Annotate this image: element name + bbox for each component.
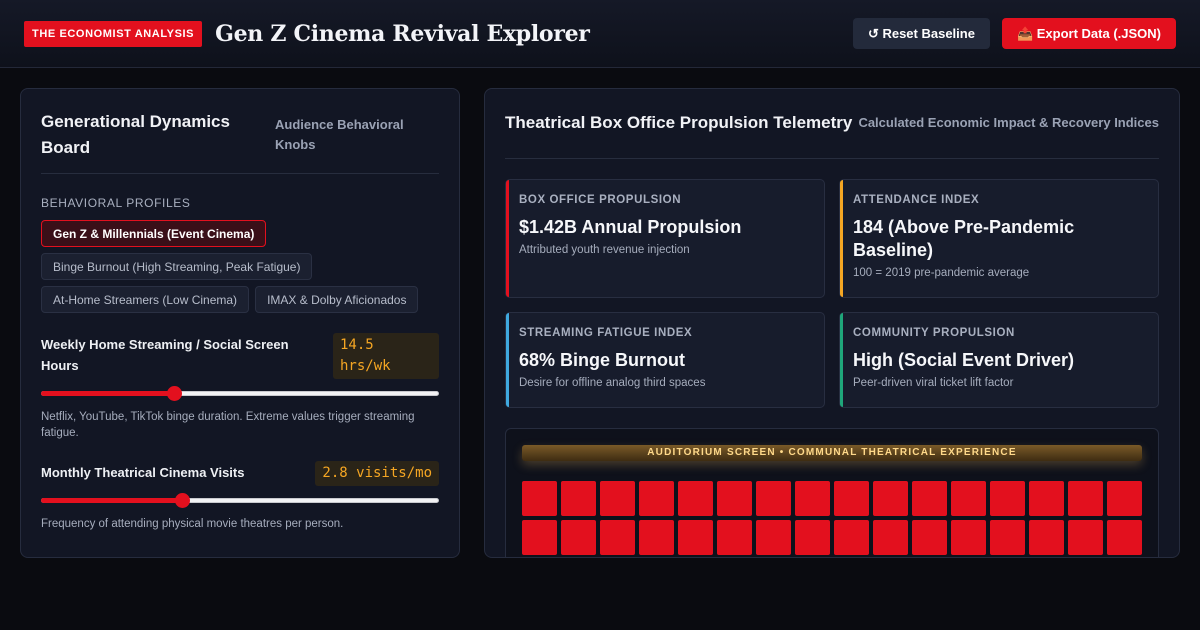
slider-fill — [41, 498, 183, 503]
metric-value: 68% Binge Burnout — [519, 350, 686, 370]
seat — [756, 520, 791, 555]
seat — [795, 481, 830, 516]
top-actions: ↺ Reset Baseline 📤 Export Data (.JSON) — [852, 18, 1176, 49]
app-title: Gen Z Cinema Revival Explorer — [215, 20, 590, 47]
export-data-button[interactable]: 📤 Export Data (.JSON) — [1001, 18, 1176, 49]
seat — [795, 520, 830, 555]
streaming-hours-control: Weekly Home Streaming / Social Screen Ho… — [41, 333, 439, 441]
seat — [600, 520, 635, 555]
metric-value: High (Social Event Driver) — [853, 350, 1075, 370]
seat — [639, 481, 674, 516]
right-panel-title: Theatrical Box Office Propulsion Telemet… — [505, 112, 853, 132]
profile-chip-binge-burnout[interactable]: Binge Burnout (High Streaming, Peak Fati… — [41, 253, 313, 280]
metric-description: Attributed youth revenue injection — [519, 244, 690, 256]
seat — [561, 481, 596, 516]
seat — [834, 520, 869, 555]
profile-chips: Gen Z & Millennials (Event Cinema) Binge… — [41, 220, 439, 313]
profile-chip-at-home-streamers[interactable]: At-Home Streamers (Low Cinema) — [41, 286, 250, 313]
seat — [1068, 520, 1103, 555]
seat — [522, 481, 557, 516]
seat — [1029, 520, 1064, 555]
box-office-telemetry-panel: Theatrical Box Office Propulsion Telemet… — [484, 88, 1180, 558]
metric-label: COMMUNITY PROPULSION — [853, 327, 1015, 339]
profile-chip-gen-z[interactable]: Gen Z & Millennials (Event Cinema) — [41, 220, 267, 247]
metric-description: Peer-driven viral ticket lift factor — [853, 377, 1014, 389]
cinema-visits-slider[interactable] — [41, 492, 439, 508]
seat — [522, 520, 557, 555]
seat-grid — [522, 481, 1142, 557]
seat — [873, 520, 908, 555]
generational-dynamics-panel: Generational Dynamics Board Audience Beh… — [20, 88, 460, 558]
streaming-hours-slider[interactable] — [41, 385, 439, 401]
metric-cards: BOX OFFICE PROPULSION $1.42B Annual Prop… — [505, 179, 1159, 408]
seat — [678, 481, 713, 516]
reset-baseline-button[interactable]: ↺ Reset Baseline — [852, 18, 990, 49]
seat — [1107, 481, 1142, 516]
seat — [1107, 520, 1142, 555]
seat — [912, 520, 947, 555]
seat — [717, 520, 752, 555]
right-panel-subtitle: Calculated Economic Impact & Recovery In… — [858, 115, 1159, 130]
seat — [756, 481, 791, 516]
streaming-hours-label: Weekly Home Streaming / Social Screen Ho… — [41, 337, 289, 373]
metric-description: 100 = 2019 pre-pandemic average — [853, 267, 1030, 279]
metric-description: Desire for offline analog third spaces — [519, 377, 706, 389]
cinema-visits-value: 2.8 visits/mo — [315, 461, 439, 486]
seat — [951, 520, 986, 555]
brand-badge: THE ECONOMIST ANALYSIS — [24, 20, 203, 47]
seat — [912, 481, 947, 516]
top-bar: THE ECONOMIST ANALYSIS Gen Z Cinema Revi… — [0, 0, 1200, 68]
metric-value: $1.42B Annual Propulsion — [519, 217, 742, 237]
metric-card-streaming-fatigue: STREAMING FATIGUE INDEX 68% Binge Burnou… — [505, 312, 825, 408]
streaming-hours-value: 14.5 hrs/wk — [333, 333, 439, 379]
profile-chip-imax-dolby[interactable]: IMAX & Dolby Aficionados — [255, 286, 419, 313]
seat — [951, 481, 986, 516]
streaming-hours-help: Netflix, YouTube, TikTok binge duration.… — [41, 411, 415, 439]
seat — [1029, 481, 1064, 516]
seat — [600, 481, 635, 516]
metric-value: 184 (Above Pre-Pandemic Baseline) — [853, 217, 1075, 260]
auditorium-screen: AUDITORIUM SCREEN • COMMUNAL THEATRICAL … — [522, 445, 1142, 461]
metric-label: ATTENDANCE INDEX — [853, 194, 980, 206]
right-panel-header: Theatrical Box Office Propulsion Telemet… — [505, 101, 1159, 159]
seat — [678, 520, 713, 555]
metric-label: BOX OFFICE PROPULSION — [519, 194, 682, 206]
seat — [834, 481, 869, 516]
left-panel-header: Generational Dynamics Board Audience Beh… — [41, 109, 439, 174]
metric-label: STREAMING FATIGUE INDEX — [519, 327, 693, 339]
cinema-visits-help: Frequency of attending physical movie th… — [41, 518, 344, 530]
metric-card-attendance: ATTENDANCE INDEX 184 (Above Pre-Pandemic… — [839, 179, 1159, 298]
seat — [873, 481, 908, 516]
seat — [990, 481, 1025, 516]
metric-card-box-office: BOX OFFICE PROPULSION $1.42B Annual Prop… — [505, 179, 825, 298]
auditorium-visual: AUDITORIUM SCREEN • COMMUNAL THEATRICAL … — [505, 428, 1159, 557]
seat — [639, 520, 674, 555]
metric-card-community: COMMUNITY PROPULSION High (Social Event … — [839, 312, 1159, 408]
cinema-visits-label: Monthly Theatrical Cinema Visits — [41, 465, 245, 480]
left-panel-subtitle: Audience Behavioral Knobs — [275, 117, 404, 152]
slider-thumb[interactable] — [167, 386, 183, 401]
cinema-visits-control: Monthly Theatrical Cinema Visits 2.8 vis… — [41, 461, 439, 532]
slider-fill — [41, 391, 175, 396]
left-panel-title: Generational Dynamics Board — [41, 112, 230, 157]
profiles-section-label: BEHAVIORAL PROFILES — [41, 196, 191, 210]
seat — [990, 520, 1025, 555]
slider-thumb[interactable] — [175, 493, 191, 508]
seat — [717, 481, 752, 516]
seat — [561, 520, 596, 555]
seat — [1068, 481, 1103, 516]
